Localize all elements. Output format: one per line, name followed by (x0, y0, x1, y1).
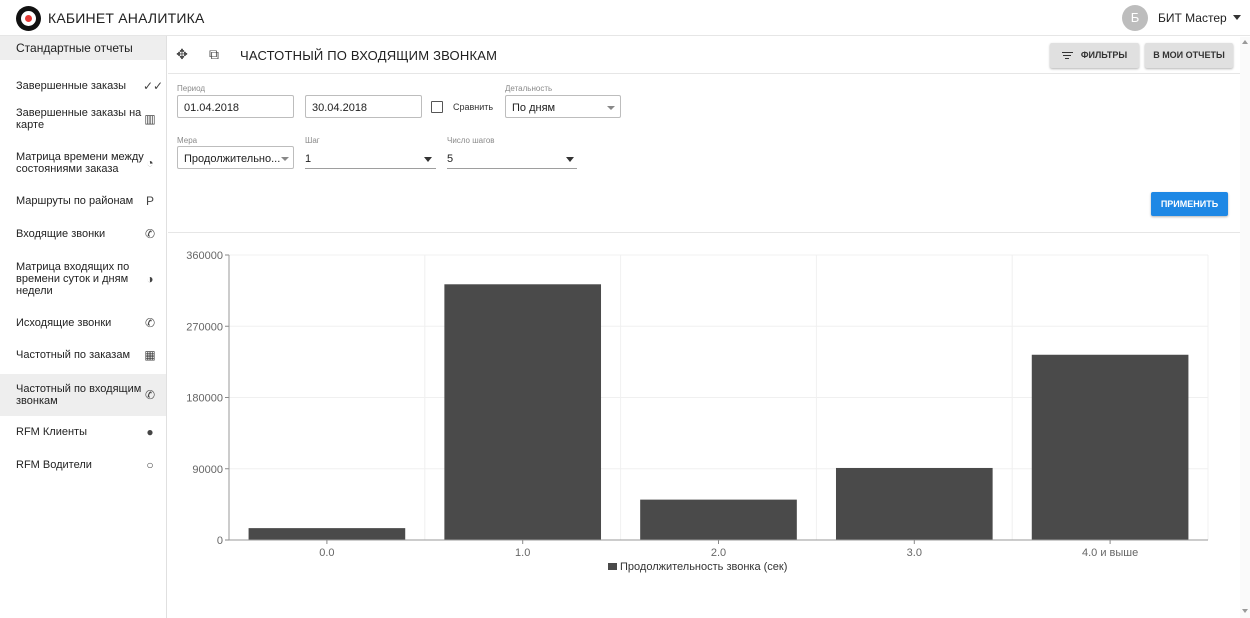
y-tick-label: 90000 (192, 464, 223, 476)
step-dropdown-icon (424, 157, 432, 162)
vertical-scrollbar[interactable] (1240, 37, 1250, 618)
steps-count-dropdown-icon (566, 157, 574, 162)
measure-select-value: Продолжительно... (184, 153, 281, 165)
sidebar-item-label: Исходящие звонки (16, 317, 112, 329)
user-name[interactable]: БИТ Мастер (1158, 11, 1227, 25)
sidebar: Стандартные отчеты Завершенные заказы ✓✓ З… (0, 36, 167, 618)
sidebar-item-label: Матрица времени между состояниями заказа (16, 151, 144, 175)
x-tick-label: 1.0 (515, 547, 530, 559)
sidebar-item[interactable]: RFM Водители ○ (0, 454, 166, 476)
top-bar: КАБИНЕТ АНАЛИТИКА Б БИТ Мастер (0, 0, 1250, 36)
detail-select-value: По дням (512, 102, 556, 114)
phone-incoming-icon: ✆ (144, 227, 156, 241)
sidebar-item[interactable]: Матрица входящих по времени суток и дням… (0, 256, 166, 302)
filter-list-icon (1061, 50, 1073, 61)
person-icon: ● (146, 425, 154, 439)
filters-button[interactable]: ФИЛЬТРЫ (1050, 43, 1139, 68)
user-menu-caret-icon[interactable] (1233, 15, 1241, 20)
open-in-new-icon[interactable]: ⧉ (206, 46, 222, 62)
app-logo[interactable] (16, 6, 41, 31)
scroll-down-icon[interactable] (1242, 609, 1248, 613)
sidebar-item[interactable]: Исходящие звонки ✆ (0, 312, 166, 334)
apply-button[interactable]: ПРИМЕНИТЬ (1151, 192, 1228, 216)
double-check-icon: ✓✓ (143, 79, 164, 93)
sidebar-item-label: Частотный по входящим звонкам (16, 383, 142, 407)
x-tick-label: 3.0 (907, 547, 922, 559)
measure-dropdown-icon (281, 157, 289, 161)
brightness-icon: ◑ (146, 272, 154, 286)
page-title: ЧАСТОТНЫЙ ПО ВХОДЯЩИМ ЗВОНКАМ (240, 48, 498, 63)
sidebar-item[interactable]: Завершенные заказы ✓✓ (0, 72, 166, 100)
sidebar-item-label: Входящие звонки (16, 228, 106, 240)
sidebar-item-label: Завершенные заказы на карте (16, 107, 142, 131)
step-select[interactable]: 1 (305, 147, 436, 169)
sidebar-item[interactable]: Завершенные заказы на карте ▥ (0, 102, 166, 136)
y-tick-label: 0 (217, 535, 223, 547)
detail-label: Детальность (505, 84, 553, 93)
parking-icon: P (145, 194, 154, 208)
chart-bar (835, 467, 993, 540)
steps-count-label: Число шагов (447, 136, 495, 145)
sidebar-header: Стандартные отчеты (0, 36, 166, 60)
x-tick-label: 0.0 (319, 547, 334, 559)
bar-chart-icon: ▦ (144, 348, 156, 362)
frequency-bar-chart: 0 90000 180000 270000 360000 0.0 1.0 2.0 3.0 4.0 … (186, 250, 1209, 573)
filters-button-label: ФИЛЬТРЫ (1080, 50, 1128, 60)
period-label: Период (177, 84, 206, 93)
date-from-field[interactable]: 01.04.2018 (177, 95, 294, 118)
move-icon[interactable]: ✥ (174, 46, 190, 62)
y-tick-label: 180000 (186, 393, 223, 405)
sidebar-item-label: Маршруты по районам (16, 195, 134, 207)
chart-bar (640, 499, 797, 540)
compare-checkbox[interactable] (431, 101, 443, 113)
y-tick-label: 270000 (186, 321, 223, 333)
sidebar-item-label: RFM Водители (16, 459, 92, 471)
legend-swatch (608, 563, 617, 570)
sidebar-item[interactable]: Матрица времени между состояниями заказа… (0, 146, 166, 180)
detail-select[interactable]: По дням (505, 95, 621, 118)
measure-select[interactable]: Продолжительно... (177, 146, 294, 169)
measure-label: Мера (177, 136, 198, 145)
person-outline-icon: ○ (146, 458, 154, 472)
chart-bar (444, 284, 602, 540)
sidebar-item-label: RFM Клиенты (16, 426, 87, 438)
sidebar-item[interactable]: Частотный по заказам ▦ (0, 344, 166, 366)
sidebar-item[interactable]: Маршруты по районам P (0, 190, 166, 212)
chart-bar (248, 528, 406, 540)
phone-in-talk-icon: ✆ (144, 388, 156, 402)
sidebar-item-label: Завершенные заказы (16, 80, 127, 92)
app-title: КАБИНЕТ АНАЛИТИКА (48, 10, 205, 26)
add-to-my-reports-button[interactable]: В МОИ ОТЧЕТЫ (1145, 43, 1233, 68)
map-icon: ▥ (144, 112, 156, 126)
step-select-value: 1 (305, 153, 312, 165)
sidebar-item[interactable]: RFM Клиенты ● (0, 421, 166, 443)
steps-count-select[interactable]: 5 (447, 147, 577, 169)
x-tick-label: 2.0 (711, 547, 726, 559)
step-label: Шаг (305, 136, 320, 145)
report-toolbar: ✥ ⧉ ЧАСТОТНЫЙ ПО ВХОДЯЩИМ ЗВОНКАМ ФИЛЬТР… (168, 37, 1240, 74)
sidebar-item[interactable]: Входящие звонки ✆ (0, 223, 166, 245)
sidebar-item-label: Матрица входящих по времени суток и дням… (16, 261, 130, 297)
detail-dropdown-icon (607, 106, 615, 110)
y-tick-label: 360000 (186, 250, 223, 262)
timelapse-icon: ◔ (146, 156, 154, 170)
user-avatar[interactable]: Б (1122, 5, 1148, 31)
phone-outgoing-icon: ✆ (144, 316, 156, 330)
sidebar-item-label: Частотный по заказам (16, 349, 131, 361)
steps-count-select-value: 5 (447, 153, 454, 165)
x-tick-label: 4.0 и выше (1082, 547, 1138, 559)
compare-label: Сравнить (453, 102, 494, 112)
legend-label: Продолжительность звонка (сек) (620, 561, 787, 573)
sidebar-item[interactable]: Частотный по входящим звонкам ✆ (0, 374, 166, 416)
date-to-field[interactable]: 30.04.2018 (305, 95, 422, 118)
scroll-up-icon[interactable] (1242, 40, 1248, 44)
chart-bar (1031, 354, 1189, 540)
main-content: ✥ ⧉ ЧАСТОТНЫЙ ПО ВХОДЯЩИМ ЗВОНКАМ ФИЛЬТР… (168, 37, 1240, 618)
